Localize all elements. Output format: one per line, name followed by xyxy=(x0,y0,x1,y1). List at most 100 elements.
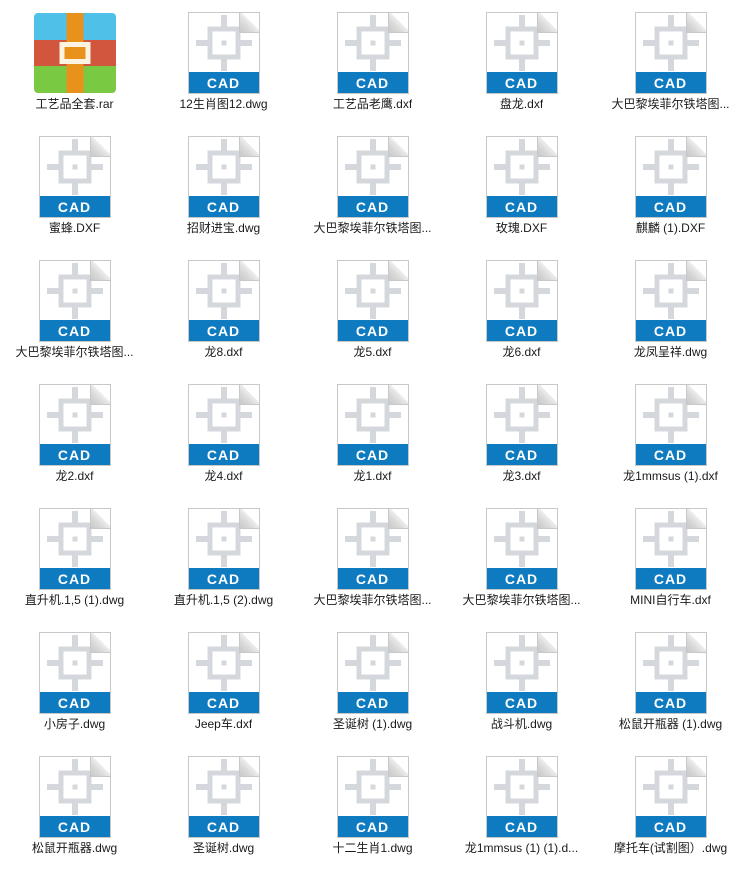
file-item[interactable]: CAD 大巴黎埃菲尔铁塔图... xyxy=(298,136,447,260)
file-item[interactable]: CAD 圣诞树.dwg xyxy=(149,756,298,880)
file-name-label: 圣诞树.dwg xyxy=(192,841,255,855)
page-fold-edge-horizontal xyxy=(536,528,557,529)
file-item[interactable]: CAD 麒麟 (1).DXF xyxy=(596,136,745,260)
cad-page: CAD xyxy=(187,756,260,838)
cad-page: CAD xyxy=(187,260,260,342)
file-item[interactable]: CAD 龙3.dxf xyxy=(447,384,596,508)
cad-page: CAD xyxy=(187,508,260,590)
cad-document-icon: CAD xyxy=(183,508,265,590)
file-item[interactable]: CAD 玫瑰.DXF xyxy=(447,136,596,260)
page-fold-corner xyxy=(389,137,408,155)
file-item[interactable]: CAD 蜜蜂.DXF xyxy=(0,136,149,260)
cad-page: CAD xyxy=(38,756,111,838)
file-item[interactable]: CAD 直升机.1,5 (2).dwg xyxy=(149,508,298,632)
page-fold-edge-vertical xyxy=(89,757,91,777)
file-item[interactable]: CAD 龙6.dxf xyxy=(447,260,596,384)
page-fold-edge-horizontal xyxy=(238,776,259,777)
cad-document-icon: CAD xyxy=(183,260,265,342)
page-fold-edge-vertical xyxy=(238,757,240,777)
page-fold-edge-horizontal xyxy=(685,32,706,33)
cad-page: CAD xyxy=(485,384,558,466)
page-fold-edge-horizontal xyxy=(238,280,259,281)
page-fold-edge-horizontal xyxy=(387,32,408,33)
page-fold-edge-horizontal xyxy=(387,156,408,157)
cad-document-icon: CAD xyxy=(183,756,265,838)
page-fold-edge-vertical xyxy=(387,137,389,157)
cad-document-icon: CAD xyxy=(630,508,712,590)
file-item[interactable]: CAD 摩托车(试割图）.dwg xyxy=(596,756,745,880)
file-item[interactable]: CAD 松鼠开瓶器.dwg xyxy=(0,756,149,880)
page-fold-edge-horizontal xyxy=(685,776,706,777)
cad-banner-label: CAD xyxy=(486,444,557,465)
page-fold-edge-vertical xyxy=(89,137,91,157)
file-item[interactable]: CAD 小房子.dwg xyxy=(0,632,149,756)
file-item[interactable]: CAD 大巴黎埃菲尔铁塔图... xyxy=(447,508,596,632)
file-item[interactable]: CAD 战斗机.dwg xyxy=(447,632,596,756)
cad-page: CAD xyxy=(187,384,260,466)
cad-document-icon: CAD xyxy=(34,508,116,590)
file-item[interactable]: CAD 龙5.dxf xyxy=(298,260,447,384)
page-fold-edge-vertical xyxy=(536,757,538,777)
page-fold-corner xyxy=(538,757,557,775)
page-fold-corner xyxy=(389,509,408,527)
file-name-label: 工艺品老鹰.dxf xyxy=(332,97,413,111)
archive-icon xyxy=(33,12,116,94)
page-fold-corner xyxy=(389,261,408,279)
file-item[interactable]: CAD 十二生肖1.dwg xyxy=(298,756,447,880)
file-item[interactable]: CAD 12生肖图12.dwg xyxy=(149,12,298,136)
page-fold-edge-horizontal xyxy=(536,280,557,281)
page-fold-edge-horizontal xyxy=(536,156,557,157)
file-item[interactable]: CAD 龙1mmsus (1).dxf xyxy=(596,384,745,508)
cad-banner-label: CAD xyxy=(39,568,110,589)
page-fold-edge-vertical xyxy=(685,385,687,405)
cad-page: CAD xyxy=(187,632,260,714)
file-item[interactable]: CAD 工艺品老鹰.dxf xyxy=(298,12,447,136)
cad-page: CAD xyxy=(336,12,409,94)
cad-banner-label: CAD xyxy=(337,320,408,341)
file-item[interactable]: CAD 大巴黎埃菲尔铁塔图... xyxy=(298,508,447,632)
page-fold-edge-horizontal xyxy=(387,528,408,529)
page-fold-edge-horizontal xyxy=(685,652,706,653)
rar-archive-icon xyxy=(33,13,116,93)
page-fold-edge-horizontal xyxy=(387,404,408,405)
cad-banner-label: CAD xyxy=(188,692,259,713)
file-name-label: 招财进宝.dwg xyxy=(186,221,261,235)
page-fold-edge-vertical xyxy=(685,137,687,157)
cad-document-icon: CAD xyxy=(481,632,563,714)
file-item[interactable]: CAD 大巴黎埃菲尔铁塔图... xyxy=(596,12,745,136)
file-item[interactable]: CAD 龙凤呈祥.dwg xyxy=(596,260,745,384)
cad-page: CAD xyxy=(485,136,558,218)
file-item[interactable]: CAD 龙1.dxf xyxy=(298,384,447,508)
file-name-label: 大巴黎埃菲尔铁塔图... xyxy=(462,593,581,607)
file-name-label: MINI自行车.dxf xyxy=(630,593,711,607)
page-fold-edge-horizontal xyxy=(238,652,259,653)
page-fold-edge-horizontal xyxy=(89,280,110,281)
page-fold-corner xyxy=(389,757,408,775)
page-fold-edge-horizontal xyxy=(685,404,706,405)
file-item[interactable]: CAD 龙1mmsus (1) (1).d... xyxy=(447,756,596,880)
cad-document-icon: CAD xyxy=(481,384,563,466)
file-item[interactable]: CAD 大巴黎埃菲尔铁塔图... xyxy=(0,260,149,384)
page-fold-edge-vertical xyxy=(89,385,91,405)
file-item[interactable]: CAD 招财进宝.dwg xyxy=(149,136,298,260)
page-fold-corner xyxy=(91,137,110,155)
file-item[interactable]: CAD MINI自行车.dxf xyxy=(596,508,745,632)
file-item[interactable]: CAD 圣诞树 (1).dwg xyxy=(298,632,447,756)
file-item[interactable]: CAD 龙4.dxf xyxy=(149,384,298,508)
file-name-label: 龙1.dxf xyxy=(353,469,392,483)
file-name-label: 龙1mmsus (1) (1).d... xyxy=(464,841,579,855)
page-fold-edge-vertical xyxy=(387,509,389,529)
cad-banner-label: CAD xyxy=(486,692,557,713)
file-item[interactable]: CAD 直升机.1,5 (1).dwg xyxy=(0,508,149,632)
file-item[interactable]: CAD 龙2.dxf xyxy=(0,384,149,508)
page-fold-edge-vertical xyxy=(536,13,538,33)
file-item[interactable]: CAD 松鼠开瓶器 (1).dwg xyxy=(596,632,745,756)
page-fold-corner xyxy=(538,385,557,403)
file-name-label: 盘龙.dxf xyxy=(499,97,544,111)
file-item[interactable]: CAD 盘龙.dxf xyxy=(447,12,596,136)
file-item[interactable]: CAD 龙8.dxf xyxy=(149,260,298,384)
file-item[interactable]: 工艺品全套.rar xyxy=(0,12,149,136)
file-item[interactable]: CAD Jeep车.dxf xyxy=(149,632,298,756)
cad-page: CAD xyxy=(38,632,111,714)
page-fold-corner xyxy=(687,633,706,651)
